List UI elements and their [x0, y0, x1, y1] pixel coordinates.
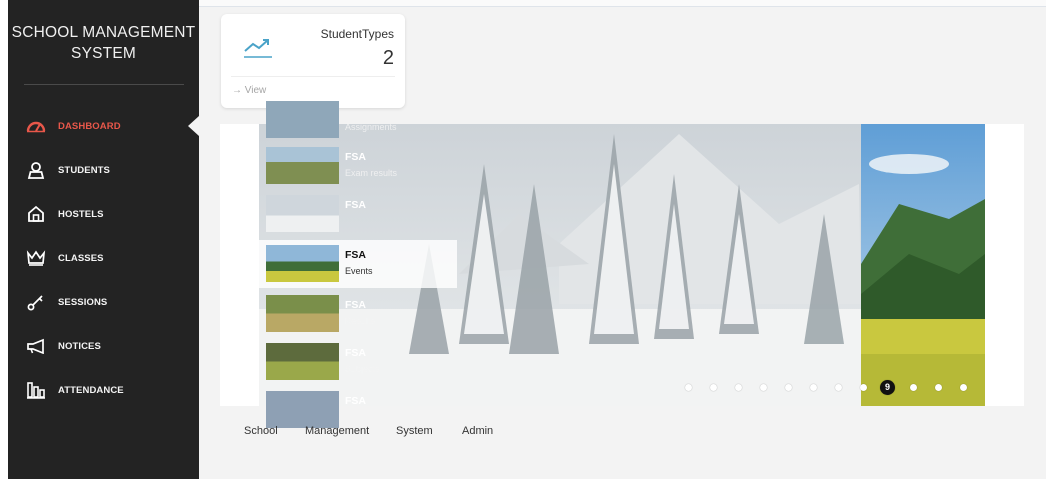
slider-dot[interactable] [960, 384, 967, 391]
sidebar-item-sessions[interactable]: SESSIONS [8, 286, 199, 318]
footer-link-admin[interactable]: Admin [462, 425, 493, 437]
thumb-title: FSA [345, 151, 366, 163]
sidebar-item-label: STUDENTS [58, 164, 110, 176]
brand-line-2: SYSTEM [71, 45, 136, 62]
slide-thumb-active[interactable]: FSA Events [259, 240, 457, 288]
footer-link-system[interactable]: System [396, 425, 433, 437]
sidebar-item-label: SESSIONS [58, 296, 108, 308]
thumb-title: FSA [345, 395, 366, 407]
thumb-subtitle: Assignments [345, 122, 397, 132]
slider-dot[interactable] [935, 384, 942, 391]
top-bar [199, 0, 1046, 7]
thumb-image [266, 343, 339, 380]
home-icon [25, 203, 47, 225]
slide-thumb[interactable]: FSA Exam results [259, 142, 457, 190]
sidebar-item-classes[interactable]: CLASSES [8, 242, 199, 274]
slider-dot[interactable] [860, 384, 867, 391]
thumb-image [266, 195, 339, 232]
thumb-title: FSA [345, 299, 366, 311]
slider-dot[interactable] [810, 384, 817, 391]
view-link[interactable]: → View [232, 85, 266, 96]
slide-thumb[interactable]: FSA [259, 190, 457, 238]
thumb-title: FSA [345, 347, 366, 359]
footer-link-school[interactable]: School [244, 425, 278, 437]
card-title: StudentTypes [320, 27, 394, 41]
slide-thumb[interactable]: FSA Subjects [259, 338, 457, 386]
building-icon [25, 379, 47, 401]
key-icon [25, 291, 47, 313]
sidebar-item-label: DASHBOARD [58, 120, 121, 132]
slider-dot[interactable] [735, 384, 742, 391]
slider-dot[interactable] [710, 384, 717, 391]
slider-dot[interactable] [685, 384, 692, 391]
sidebar: SCHOOL MANAGEMENT SYSTEM DASHBOARD STUDE… [8, 0, 199, 479]
footer-link-management[interactable]: Management [305, 425, 369, 437]
sidebar-item-hostels[interactable]: HOSTELS [8, 198, 199, 230]
megaphone-icon [25, 335, 47, 357]
slide-thumbnail-list: Assignments FSA Exam results FSA FSA Eve… [259, 101, 457, 428]
thumb-title: FSA [345, 199, 366, 211]
slider-dot[interactable] [835, 384, 842, 391]
sidebar-item-dashboard[interactable]: DASHBOARD [8, 110, 199, 142]
card-value: 2 [382, 47, 394, 69]
slider-dot[interactable] [785, 384, 792, 391]
sidebar-item-label: ATTENDANCE [58, 384, 124, 396]
brand-title: SCHOOL MANAGEMENT SYSTEM [8, 22, 199, 64]
sidebar-item-label: HOSTELS [58, 208, 104, 220]
slide-thumb[interactable]: Assignments [259, 96, 457, 144]
app-frame: SCHOOL MANAGEMENT SYSTEM DASHBOARD STUDE… [0, 0, 1046, 479]
trending-up-icon [243, 36, 273, 60]
thumb-image [266, 147, 339, 184]
user-icon [25, 159, 47, 181]
thumb-title: FSA [345, 249, 366, 261]
sidebar-item-label: NOTICES [58, 340, 101, 352]
slider-dot[interactable] [760, 384, 767, 391]
dashboard-icon [25, 115, 47, 137]
thumb-image [266, 101, 339, 138]
slider-dot-active[interactable]: 9 [880, 380, 895, 395]
sidebar-item-notices[interactable]: NOTICES [8, 330, 199, 362]
student-types-card: StudentTypes 2 → View [221, 14, 405, 108]
thumb-image [266, 245, 339, 282]
active-indicator [188, 116, 199, 136]
thumb-image [266, 391, 339, 428]
sidebar-item-students[interactable]: STUDENTS [8, 154, 199, 186]
thumb-subtitle: Results [345, 316, 376, 326]
sidebar-item-label: CLASSES [58, 252, 104, 264]
sidebar-item-attendance[interactable]: ATTENDANCE [8, 374, 199, 406]
thumb-image [266, 295, 339, 332]
main-content: StudentTypes 2 → View Assignments FSA Ex… [199, 0, 1046, 479]
crown-icon [25, 247, 47, 269]
card-divider [231, 76, 395, 77]
brand-divider [24, 84, 184, 85]
thumb-subtitle: Subjects [345, 364, 380, 374]
thumb-subtitle: Exam results [345, 168, 398, 178]
slider-dot[interactable] [910, 384, 917, 391]
slide-thumb[interactable]: FSA Results [259, 290, 457, 338]
image-slider: Assignments FSA Exam results FSA FSA Eve… [220, 101, 1024, 428]
thumb-subtitle: Events [345, 266, 373, 276]
brand-line-1: SCHOOL MANAGEMENT [11, 24, 196, 41]
